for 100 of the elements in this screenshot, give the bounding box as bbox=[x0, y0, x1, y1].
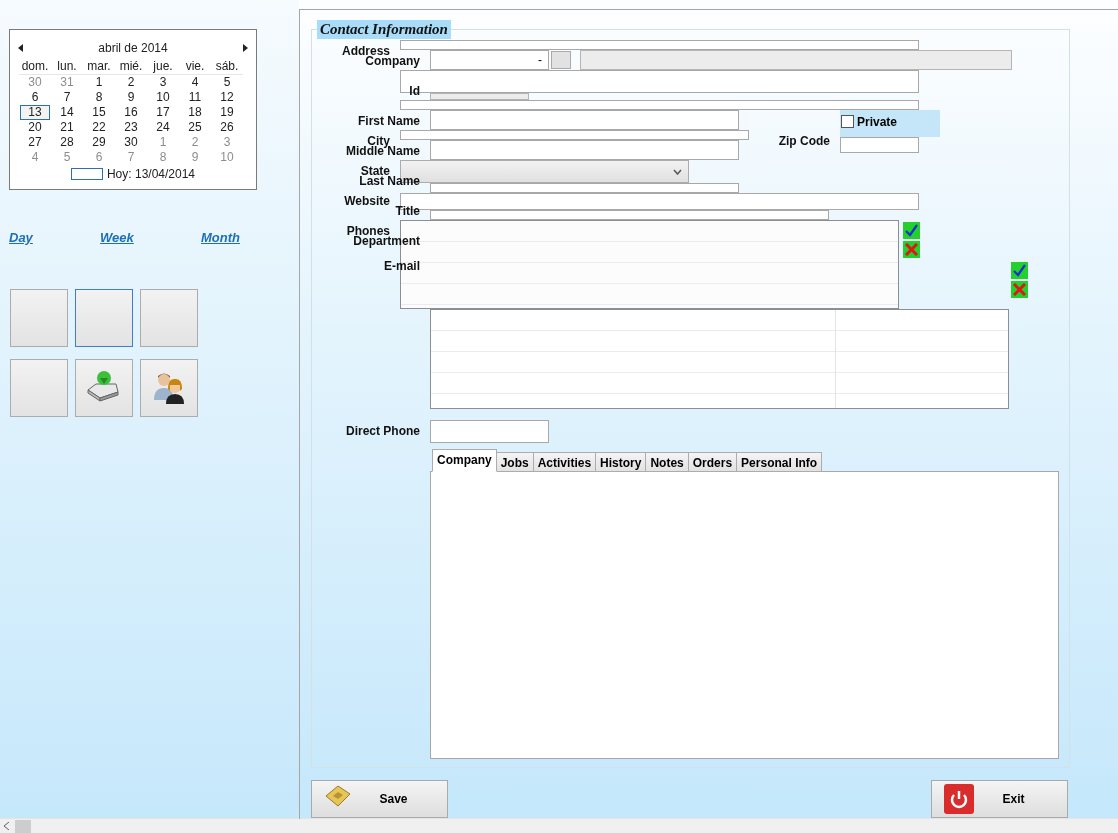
scrollbar-thumb[interactable] bbox=[15, 819, 31, 833]
private-checkbox[interactable] bbox=[841, 115, 854, 128]
tile-button[interactable] bbox=[75, 289, 133, 347]
tile-button[interactable] bbox=[140, 289, 198, 347]
horizontal-scrollbar[interactable] bbox=[0, 818, 1118, 833]
calendar-day[interactable]: 9 bbox=[180, 150, 210, 165]
confirm-button[interactable] bbox=[1011, 262, 1028, 279]
today-marker bbox=[70, 168, 103, 180]
calendar-day[interactable]: 22 bbox=[84, 120, 114, 135]
delete-button[interactable] bbox=[1011, 281, 1028, 298]
weekday-label: vie. bbox=[179, 59, 211, 75]
input-field[interactable] bbox=[400, 70, 919, 93]
calendar-day[interactable]: 5 bbox=[212, 75, 242, 90]
calendar-day[interactable]: 28 bbox=[52, 135, 82, 150]
calendar-day[interactable]: 10 bbox=[212, 150, 242, 165]
field-label: Website bbox=[344, 196, 390, 207]
input-field[interactable] bbox=[580, 50, 1012, 70]
calendar-day[interactable]: 14 bbox=[52, 105, 82, 120]
month-title: abril de 2014 bbox=[98, 41, 168, 55]
tab[interactable]: Company bbox=[432, 449, 497, 472]
tile-button[interactable] bbox=[10, 359, 68, 417]
exit-button[interactable]: Exit bbox=[931, 780, 1068, 818]
calendar-day[interactable]: 16 bbox=[116, 105, 146, 120]
scroll-left-icon bbox=[4, 822, 9, 830]
calendar-day[interactable]: 15 bbox=[84, 105, 114, 120]
chevron-down-icon bbox=[673, 168, 682, 175]
calendar-day[interactable]: 8 bbox=[84, 90, 114, 105]
input-field[interactable] bbox=[400, 130, 749, 140]
input-field[interactable] bbox=[430, 110, 739, 130]
cross-icon bbox=[905, 243, 918, 256]
next-month-icon[interactable] bbox=[243, 44, 248, 52]
calendar-day[interactable]: 21 bbox=[52, 120, 82, 135]
tab[interactable]: Orders bbox=[687, 452, 738, 472]
lookup-button[interactable] bbox=[551, 51, 571, 69]
calendar-day[interactable]: 30 bbox=[116, 135, 146, 150]
input-field[interactable] bbox=[430, 183, 739, 193]
field-label: City bbox=[367, 136, 390, 147]
input-field[interactable] bbox=[430, 140, 739, 160]
calendar-day[interactable]: 13 bbox=[20, 105, 50, 120]
power-icon bbox=[944, 784, 974, 814]
weekday-label: mar. bbox=[83, 59, 115, 75]
calendar-day[interactable]: 27 bbox=[20, 135, 50, 150]
calendar-day[interactable]: 2 bbox=[116, 75, 146, 90]
calendar-day[interactable]: 6 bbox=[84, 150, 114, 165]
input-field[interactable] bbox=[430, 420, 549, 443]
field-label: Id bbox=[409, 86, 420, 97]
calendar-day[interactable]: 12 bbox=[212, 90, 242, 105]
calendar-day[interactable]: 10 bbox=[148, 90, 178, 105]
calendar-day[interactable]: 25 bbox=[180, 120, 210, 135]
input-field[interactable] bbox=[430, 93, 529, 100]
view-link[interactable]: Week bbox=[100, 230, 134, 245]
tab[interactable]: History bbox=[595, 452, 647, 472]
calendar-day[interactable]: 6 bbox=[20, 90, 50, 105]
tile-button[interactable] bbox=[75, 359, 133, 417]
calendar-day[interactable]: 30 bbox=[20, 75, 50, 90]
calendar-day[interactable]: 26 bbox=[212, 120, 242, 135]
calendar-day[interactable]: 20 bbox=[20, 120, 50, 135]
field-label: Address bbox=[341, 46, 390, 57]
calendar-day[interactable]: 1 bbox=[148, 135, 178, 150]
view-link[interactable]: Month bbox=[201, 230, 240, 245]
field-label: Department bbox=[353, 236, 420, 247]
calendar-day[interactable]: 7 bbox=[52, 90, 82, 105]
confirm-button[interactable] bbox=[903, 222, 920, 239]
calendar-day[interactable]: 17 bbox=[148, 105, 178, 120]
field-label: Direct Phone bbox=[346, 426, 420, 437]
calendar-day[interactable]: 11 bbox=[180, 90, 210, 105]
tab[interactable]: Activities bbox=[532, 452, 597, 472]
field-label: Phones bbox=[346, 226, 390, 237]
calendar-day[interactable]: 23 bbox=[116, 120, 146, 135]
tab[interactable]: Jobs bbox=[495, 452, 534, 472]
calendar-day[interactable]: 18 bbox=[180, 105, 210, 120]
company-combo[interactable]: - bbox=[430, 50, 549, 70]
tile-button[interactable] bbox=[140, 359, 198, 417]
weekday-label: dom. bbox=[19, 59, 51, 75]
input-field[interactable] bbox=[400, 40, 919, 50]
field-label: Zip Code bbox=[778, 136, 830, 147]
previous-month-icon[interactable] bbox=[18, 44, 23, 52]
tile-button[interactable] bbox=[10, 289, 68, 347]
email-grid[interactable] bbox=[430, 309, 1009, 409]
tab[interactable]: Notes bbox=[645, 452, 689, 472]
calendar-day[interactable]: 24 bbox=[148, 120, 178, 135]
calendar-day[interactable]: 3 bbox=[148, 75, 178, 90]
today-label[interactable]: Hoy: 13/04/2014 bbox=[106, 167, 196, 181]
delete-button[interactable] bbox=[903, 241, 920, 258]
calendar-day[interactable]: 1 bbox=[84, 75, 114, 90]
calendar-day[interactable]: 4 bbox=[20, 150, 50, 165]
input-field[interactable] bbox=[430, 210, 829, 220]
calendar-day[interactable]: 4 bbox=[180, 75, 210, 90]
calendar-day[interactable]: 29 bbox=[84, 135, 114, 150]
input-field[interactable] bbox=[840, 137, 919, 153]
view-link[interactable]: Day bbox=[9, 230, 33, 245]
calendar-day[interactable]: 9 bbox=[116, 90, 146, 105]
tab[interactable]: Personal Info bbox=[736, 452, 823, 472]
people-icon bbox=[154, 373, 184, 404]
checkbox-label: Private bbox=[857, 115, 898, 129]
input-field[interactable] bbox=[400, 100, 919, 110]
calendar-day[interactable]: 19 bbox=[212, 105, 242, 120]
checkmark-icon bbox=[1013, 264, 1026, 277]
save-button[interactable]: Save bbox=[311, 780, 448, 818]
checkmark-icon bbox=[905, 224, 918, 237]
